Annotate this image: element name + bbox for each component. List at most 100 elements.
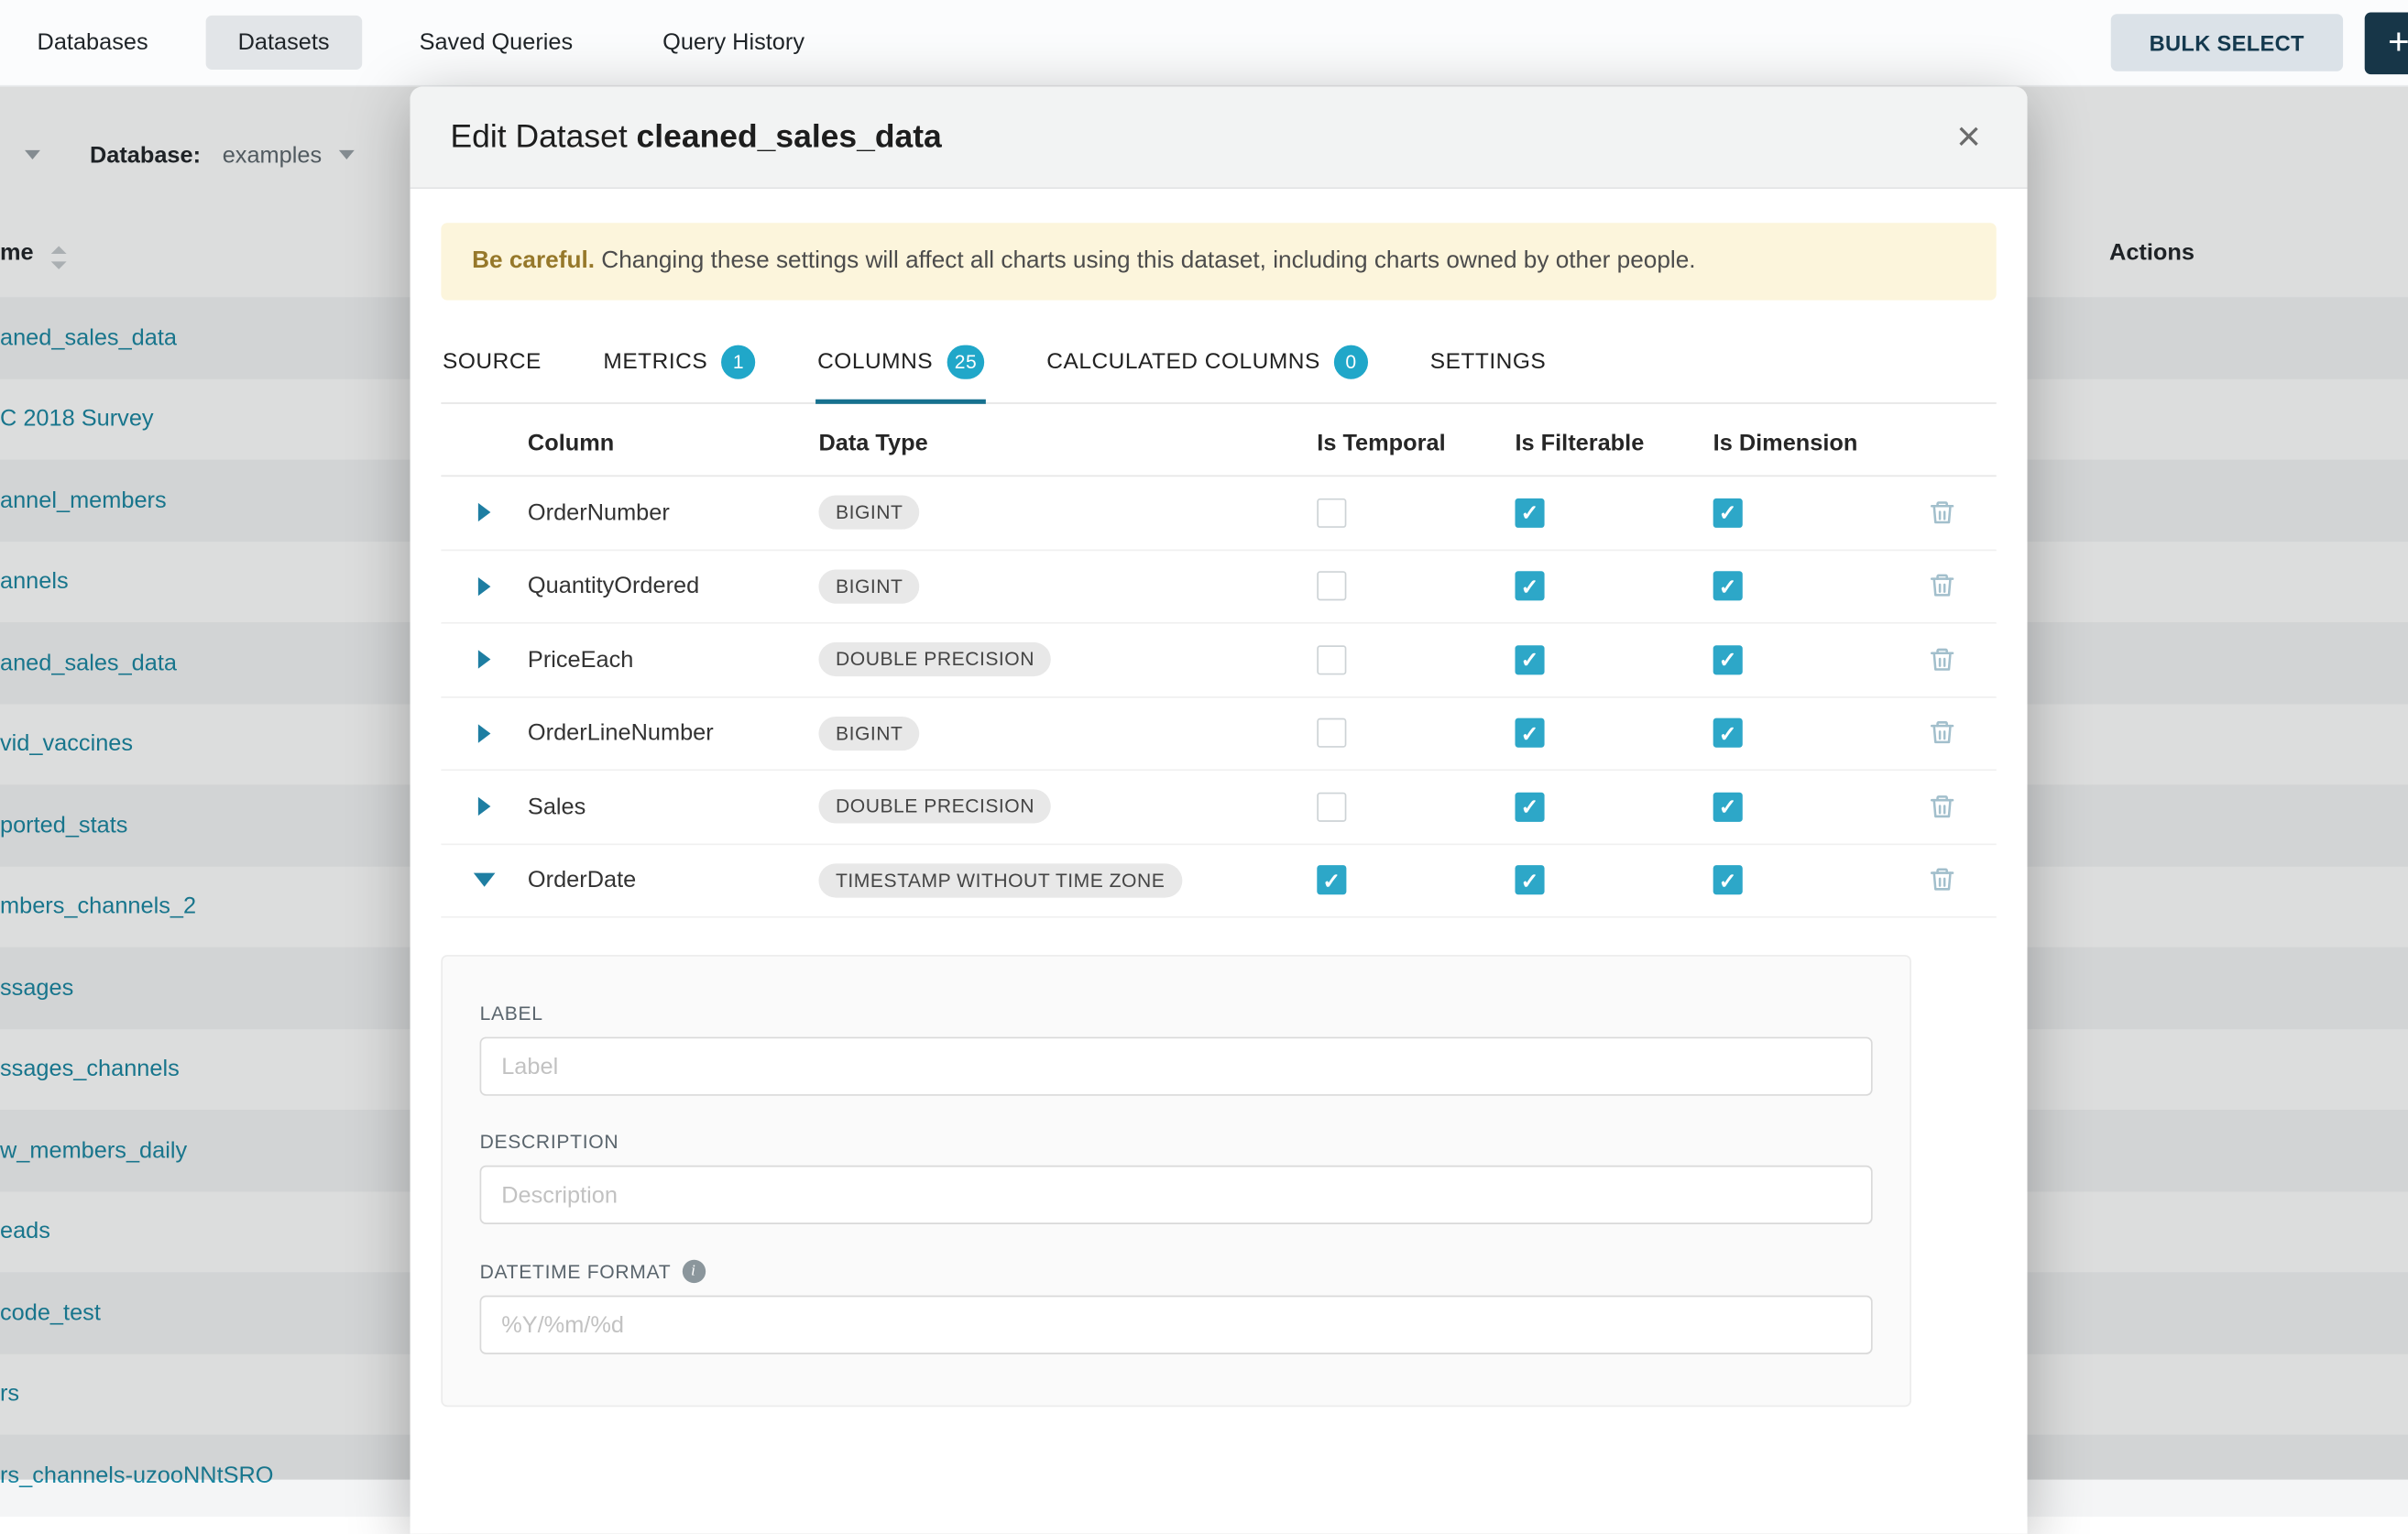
caret-icon — [474, 873, 496, 887]
tab-label: METRICS — [603, 350, 707, 375]
is-dimension-checkbox[interactable] — [1713, 498, 1743, 527]
data-type-pill: DOUBLE PRECISION — [818, 642, 1051, 676]
tab[interactable]: CALCULATED COLUMNS 0 — [1045, 322, 1370, 404]
is-temporal-checkbox[interactable] — [1317, 645, 1346, 674]
modal-title-dataset-name: cleaned_sales_data — [637, 118, 942, 154]
is-filterable-checkbox[interactable] — [1515, 498, 1544, 527]
is-filterable-cell — [1492, 718, 1690, 748]
caret-icon — [478, 651, 491, 669]
trash-icon[interactable] — [1928, 718, 1955, 748]
is-dimension-cell — [1690, 792, 1888, 821]
column-name: OrderLineNumber — [528, 720, 819, 747]
is-filterable-checkbox[interactable] — [1515, 792, 1544, 821]
data-type-pill: BIGINT — [818, 717, 920, 751]
is-dimension-checkbox[interactable] — [1713, 572, 1743, 601]
modal-header: Edit Dataset cleaned_sales_data × — [410, 87, 2028, 189]
tab[interactable]: SOURCE — [441, 322, 542, 404]
datetime-format-input[interactable] — [480, 1296, 1873, 1354]
is-temporal-checkbox[interactable] — [1317, 718, 1346, 748]
columns-table: Column Data Type Is Temporal Is Filterab… — [441, 404, 1996, 918]
tab[interactable]: SETTINGS — [1428, 322, 1548, 404]
row-actions — [1888, 866, 1997, 895]
label-input[interactable] — [480, 1037, 1873, 1096]
tab-count-badge: 1 — [721, 345, 755, 379]
datetime-format-field-label: DATETIME FORMAT i — [480, 1260, 1873, 1283]
is-filterable-header: Is Filterable — [1492, 431, 1690, 457]
is-filterable-cell — [1492, 498, 1690, 527]
nav-actions: BULK SELECT + — [2110, 12, 2408, 74]
tab-label: SETTINGS — [1430, 350, 1547, 375]
row-actions — [1888, 792, 1997, 821]
caret-icon — [478, 503, 491, 521]
column-row: Sales DOUBLE PRECISION — [441, 771, 1996, 844]
is-temporal-checkbox[interactable] — [1317, 866, 1346, 895]
is-temporal-header: Is Temporal — [1294, 431, 1492, 457]
column-name: PriceEach — [528, 647, 819, 674]
tab-count-badge: 0 — [1334, 345, 1368, 379]
is-filterable-checkbox[interactable] — [1515, 718, 1544, 748]
trash-icon[interactable] — [1928, 792, 1955, 821]
tab[interactable]: COLUMNS 25 — [815, 322, 986, 404]
column-type-cell: DOUBLE PRECISION — [818, 642, 1294, 676]
is-temporal-cell — [1294, 792, 1492, 821]
row-actions — [1888, 718, 1997, 748]
column-type-cell: TIMESTAMP WITHOUT TIME ZONE — [818, 863, 1294, 897]
caret-icon — [478, 724, 491, 742]
modal-body: Be careful. Changing these settings will… — [410, 189, 2028, 1407]
warning-text: Changing these settings will affect all … — [601, 247, 1695, 274]
is-dimension-cell — [1690, 718, 1888, 748]
is-dimension-cell — [1690, 572, 1888, 601]
is-filterable-checkbox[interactable] — [1515, 866, 1544, 895]
is-dimension-checkbox[interactable] — [1713, 866, 1743, 895]
warning-banner: Be careful. Changing these settings will… — [441, 223, 1996, 300]
column-type-cell: BIGINT — [818, 717, 1294, 751]
top-nav: Databases Datasets Saved Queries Query H… — [0, 0, 2408, 87]
caret-icon — [478, 577, 491, 596]
is-temporal-checkbox[interactable] — [1317, 498, 1346, 527]
nav-item[interactable]: Saved Queries — [387, 16, 606, 70]
description-field-label-text: DESCRIPTION — [480, 1132, 619, 1154]
label-field-label: LABEL — [480, 1003, 1873, 1024]
nav-item[interactable]: Query History — [630, 16, 837, 70]
expand-toggle[interactable] — [441, 797, 528, 816]
expand-toggle[interactable] — [441, 503, 528, 521]
is-filterable-checkbox[interactable] — [1515, 645, 1544, 674]
close-icon[interactable]: × — [1950, 113, 1987, 160]
expand-toggle[interactable] — [441, 651, 528, 669]
tab[interactable]: METRICS 1 — [602, 322, 758, 404]
is-dimension-checkbox[interactable] — [1713, 718, 1743, 748]
is-temporal-checkbox[interactable] — [1317, 792, 1346, 821]
is-temporal-cell — [1294, 718, 1492, 748]
is-filterable-cell — [1492, 572, 1690, 601]
description-field-label: DESCRIPTION — [480, 1132, 1873, 1154]
edit-dataset-modal: Edit Dataset cleaned_sales_data × Be car… — [410, 87, 2028, 1534]
column-name: Sales — [528, 794, 819, 820]
column-row: PriceEach DOUBLE PRECISION — [441, 624, 1996, 697]
tab-label: SOURCE — [443, 350, 542, 375]
is-filterable-checkbox[interactable] — [1515, 572, 1544, 601]
column-name: OrderDate — [528, 867, 819, 893]
modal-title-prefix: Edit Dataset — [450, 118, 636, 154]
is-temporal-checkbox[interactable] — [1317, 572, 1346, 601]
expand-toggle[interactable] — [441, 724, 528, 742]
is-dimension-checkbox[interactable] — [1713, 792, 1743, 821]
warning-bold: Be careful. — [472, 247, 595, 274]
is-dimension-checkbox[interactable] — [1713, 645, 1743, 674]
modal-title: Edit Dataset cleaned_sales_data — [450, 118, 941, 156]
is-dimension-cell — [1690, 498, 1888, 527]
app: Databases Datasets Saved Queries Query H… — [0, 0, 2408, 1480]
add-button[interactable]: + — [2365, 12, 2408, 74]
nav-item[interactable]: Databases — [5, 16, 181, 70]
trash-icon[interactable] — [1928, 498, 1955, 527]
description-input[interactable] — [480, 1166, 1873, 1224]
nav-item[interactable]: Datasets — [205, 16, 362, 70]
trash-icon[interactable] — [1928, 866, 1955, 895]
trash-icon[interactable] — [1928, 645, 1955, 674]
is-temporal-cell — [1294, 498, 1492, 527]
expand-toggle[interactable] — [441, 577, 528, 596]
bulk-select-button[interactable]: BULK SELECT — [2110, 14, 2343, 71]
expand-toggle[interactable] — [441, 873, 528, 887]
is-temporal-cell — [1294, 866, 1492, 895]
trash-icon[interactable] — [1928, 572, 1955, 601]
is-filterable-cell — [1492, 645, 1690, 674]
